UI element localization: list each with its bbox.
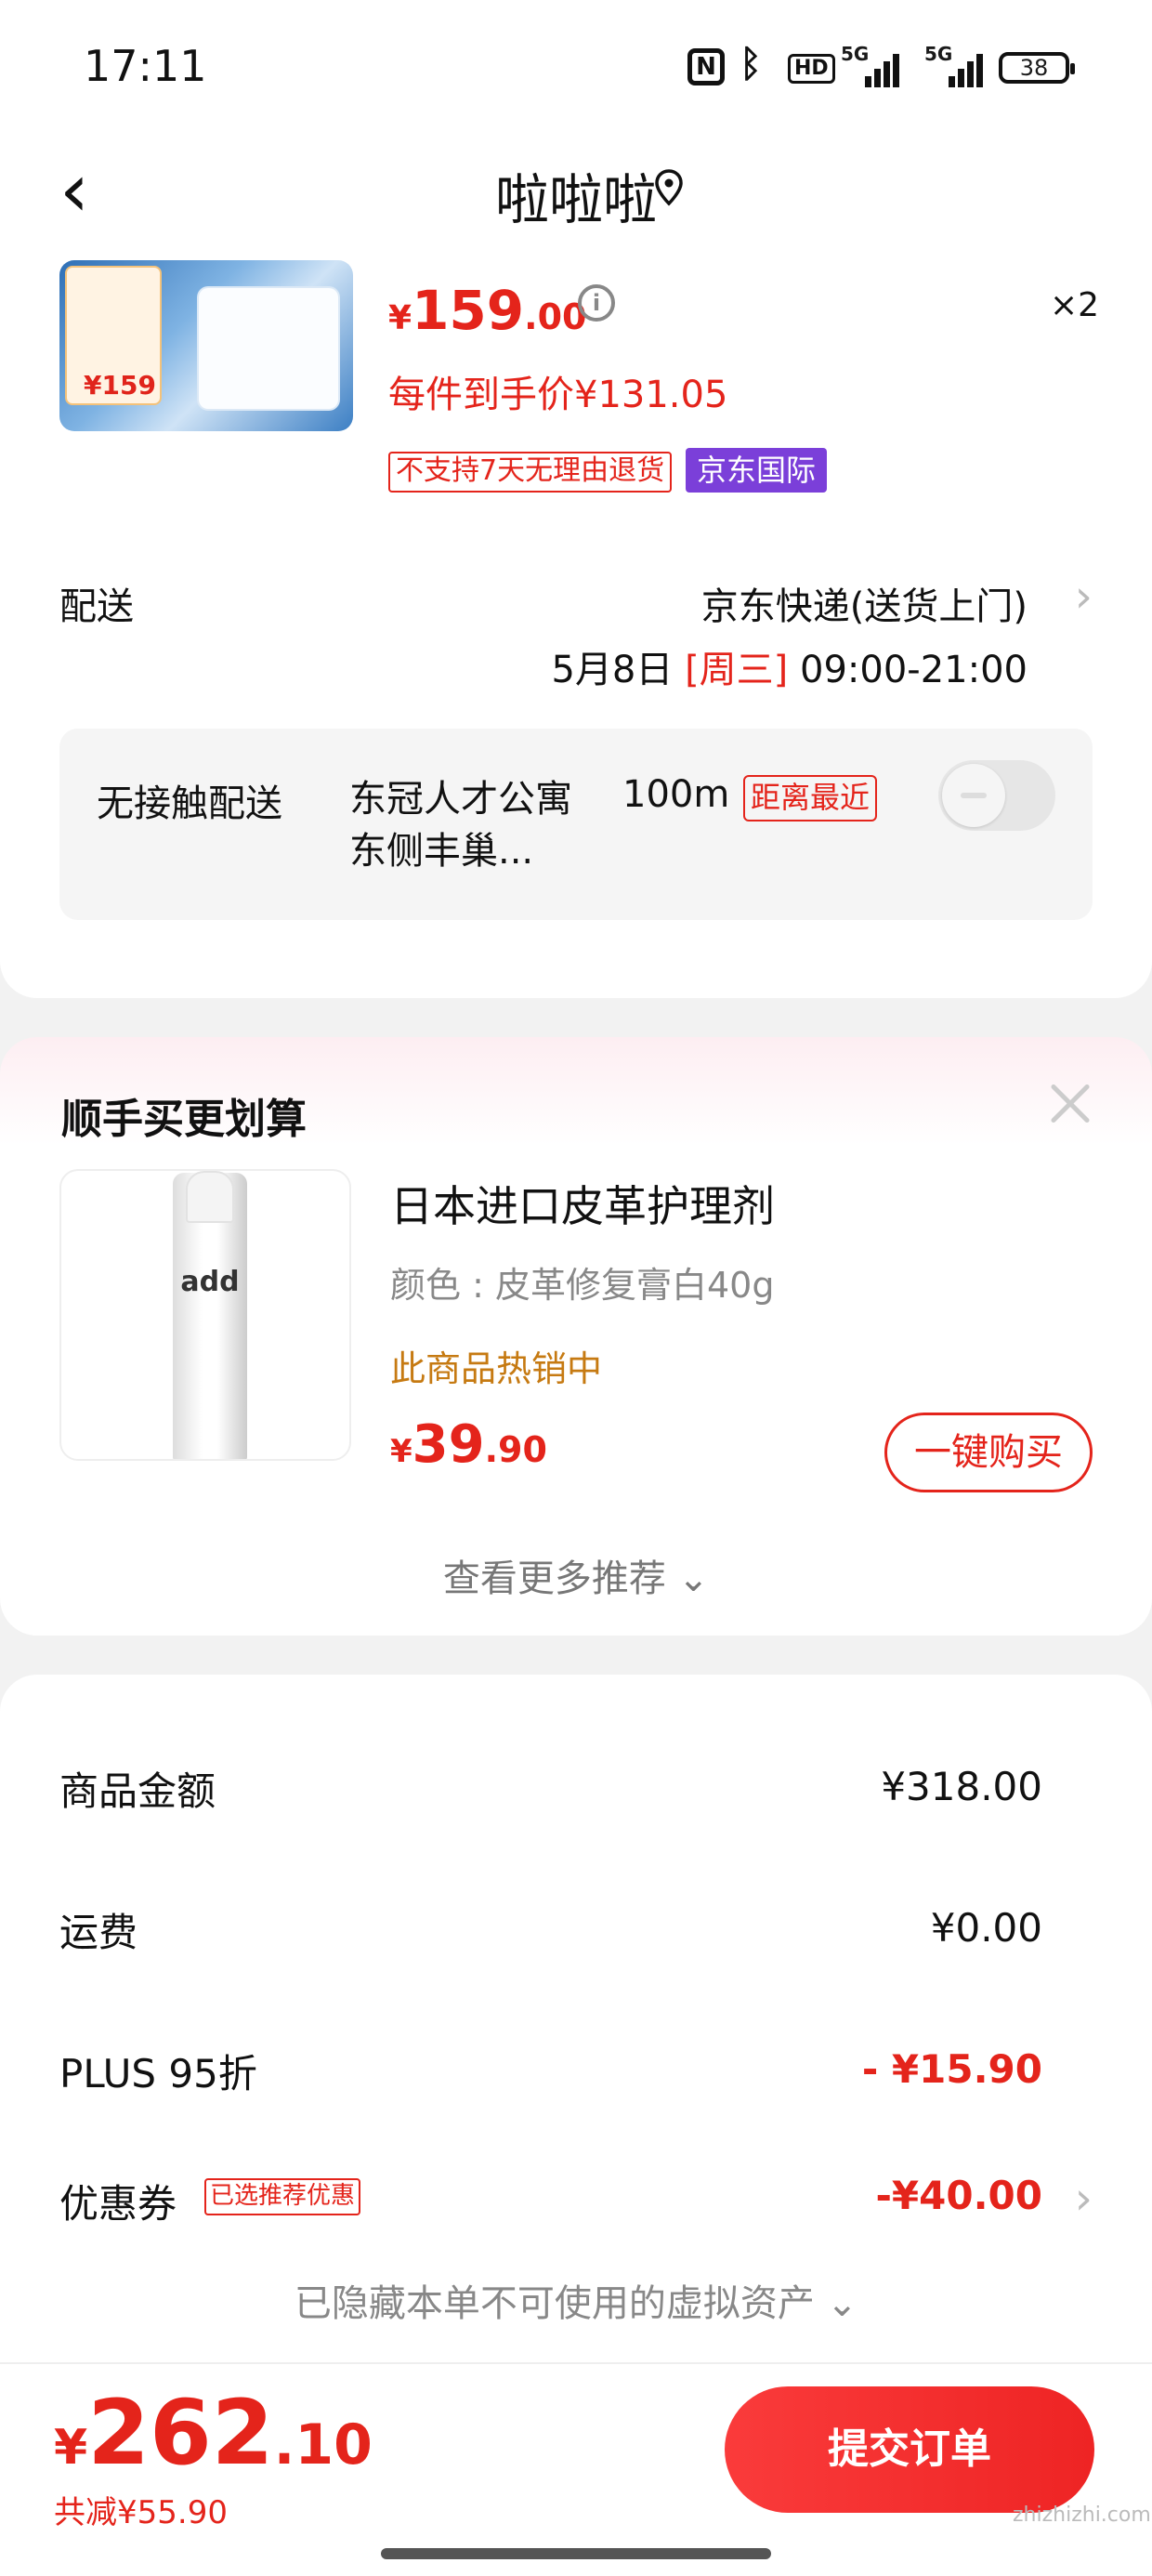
- upsell-product-spec: 颜色 : 皮革修复膏白40g: [390, 1265, 775, 1306]
- pickup-point-name: 东冠人才公寓东侧丰巢...: [349, 778, 572, 873]
- chevron-right-icon[interactable]: ›: [1075, 571, 1093, 623]
- hidden-assets-note[interactable]: 已隐藏本单不可使用的虚拟资产 ⌄: [0, 2273, 1152, 2327]
- chevron-right-icon[interactable]: ›: [1075, 2173, 1093, 2225]
- header: ‹ 啦啦啦: [0, 130, 1152, 260]
- coupon-recommended-tag: 已选推荐优惠: [204, 2178, 361, 2215]
- product-image-promo-tag: ¥159: [65, 266, 162, 405]
- product-quantity: ×2: [1050, 286, 1100, 324]
- info-icon[interactable]: i: [578, 284, 615, 322]
- contactless-label: 无接触配送: [97, 782, 282, 825]
- upsell-product-label: add: [180, 1266, 240, 1298]
- contactless-toggle[interactable]: [938, 760, 1055, 831]
- page-title: 啦啦啦: [494, 168, 657, 231]
- unit-price: 每件到手价¥131.05: [388, 374, 728, 416]
- totals-card: 商品金额 ¥318.00 运费 ¥0.00 PLUS 95折 - ¥15.90 …: [0, 1675, 1152, 2362]
- upsell-price: ¥39.90: [390, 1414, 547, 1475]
- order-product-card: ¥159 ¥159.00 i ×2 每件到手价¥131.05 不支持7天无理由退…: [0, 260, 1152, 998]
- no-return-tag: 不支持7天无理由退货: [388, 452, 673, 493]
- delivery-label: 配送: [59, 585, 134, 628]
- status-time: 17:11: [84, 41, 207, 91]
- bottom-bar: ¥262.10 共减¥55.90 提交订单 zhizhizhi.com: [0, 2362, 1152, 2576]
- total-saved[interactable]: 共减¥55.90: [54, 2487, 228, 2532]
- battery-icon: 38: [999, 52, 1075, 84]
- delivery-method[interactable]: 京东快递(送货上门): [701, 576, 1028, 630]
- product-image-price: ¥159: [84, 370, 156, 401]
- plus-discount-value: - ¥15.90: [861, 2046, 1042, 2092]
- upsell-product-cap: [186, 1171, 234, 1223]
- home-indicator[interactable]: [381, 2548, 771, 2559]
- more-recommendations-link[interactable]: 查看更多推荐 ⌄: [0, 1548, 1152, 1602]
- nearest-tag: 距离最近: [743, 775, 878, 821]
- upsell-card: 顺手买更划算 add 日本进口皮革护理剂 颜色 : 皮革修复膏白40g 此商品热…: [0, 1037, 1152, 1636]
- upsell-title: 顺手买更划算: [61, 1096, 307, 1143]
- watermark: zhizhizhi.com: [1013, 2504, 1151, 2527]
- upsell-product-name[interactable]: 日本进口皮革护理剂: [390, 1173, 775, 1234]
- upsell-product-image[interactable]: add: [59, 1169, 351, 1461]
- submit-order-button[interactable]: 提交订单: [725, 2386, 1094, 2513]
- plus-discount-label: PLUS 95折: [59, 2051, 257, 2096]
- product-image[interactable]: ¥159: [59, 260, 353, 431]
- nfc-icon: N: [687, 48, 725, 85]
- one-click-buy-button[interactable]: 一键购买: [884, 1413, 1093, 1492]
- contactless-delivery-box: 无接触配送 东冠人才公寓东侧丰巢... 100m 距离最近: [59, 729, 1093, 920]
- jd-global-tag: 京东国际: [686, 448, 828, 493]
- signal-icon: 5G: [841, 43, 899, 87]
- upsell-hot-label: 此商品热销中: [390, 1348, 603, 1389]
- shipping-label: 运费: [59, 1910, 138, 1955]
- subtotal-value: ¥318.00: [881, 1764, 1042, 1809]
- bluetooth-icon: ᛒ: [740, 43, 762, 85]
- location-pin-icon[interactable]: [654, 169, 684, 206]
- product-price: ¥159.00: [388, 279, 587, 342]
- total-price: ¥262.10: [54, 2381, 373, 2485]
- delivery-time[interactable]: 5月8日 [周三] 09:00-21:00: [551, 639, 1028, 693]
- status-bar: 17:11 N ᛒ HD 5G 5G 38: [0, 0, 1152, 130]
- coupon-value[interactable]: -¥40.00: [875, 2173, 1042, 2218]
- hd-icon: HD: [788, 54, 835, 84]
- shipping-value: ¥0.00: [930, 1905, 1042, 1951]
- pickup-distance: 100m: [622, 773, 730, 816]
- subtotal-label: 商品金额: [59, 1768, 216, 1814]
- signal-icon-2: 5G: [924, 43, 983, 87]
- coupon-label[interactable]: 优惠券: [59, 2173, 177, 2229]
- toggle-knob: [942, 764, 1005, 827]
- close-icon[interactable]: [1044, 1078, 1096, 1130]
- product-image-box: [199, 288, 338, 409]
